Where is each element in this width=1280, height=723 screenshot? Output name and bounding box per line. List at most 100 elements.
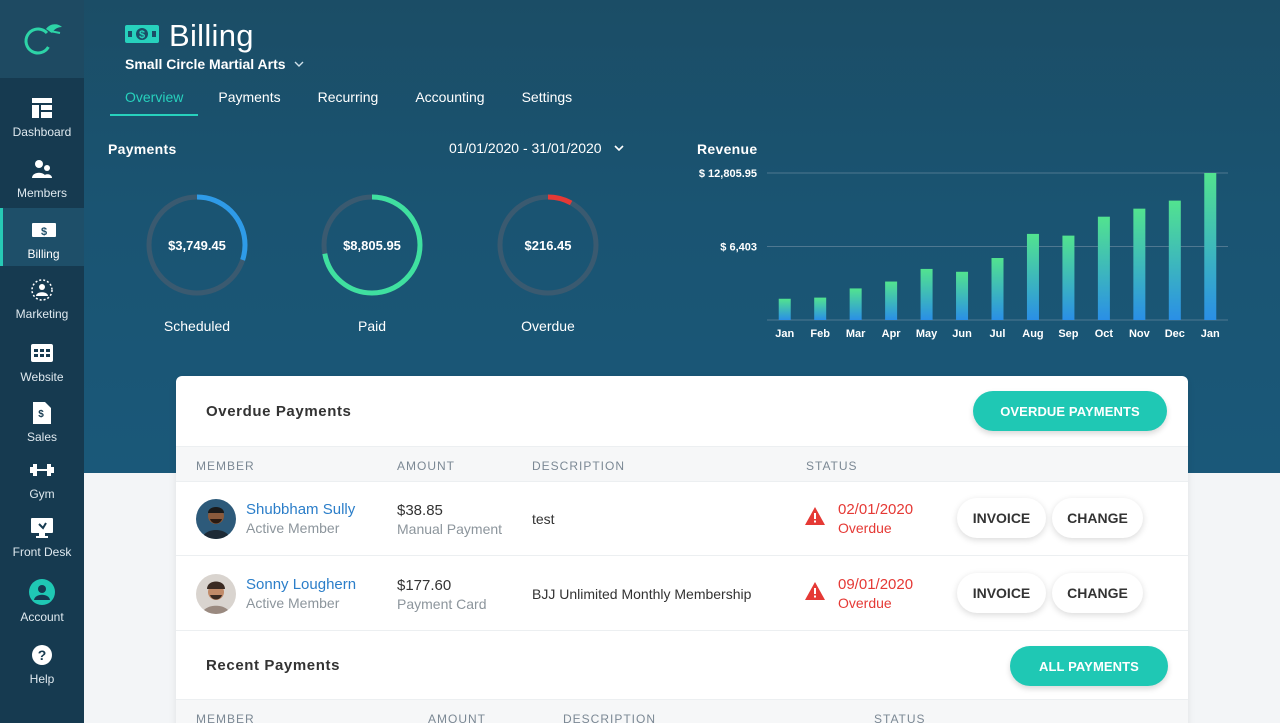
x-tick-label: Jan (1201, 328, 1220, 340)
table-row: Shubbham Sully Active Member $38.85 Manu… (176, 481, 1188, 556)
revenue-bar[interactable] (1204, 173, 1217, 320)
sidebar-item-account[interactable]: Account (0, 579, 84, 629)
dashboard-icon (30, 96, 54, 120)
sidebar-item-label: Dashboard (12, 125, 72, 139)
paid-label: Paid (357, 318, 387, 334)
logo[interactable] (0, 0, 84, 78)
x-tick-label: Dec (1165, 328, 1185, 340)
revenue-bar[interactable] (1026, 233, 1039, 320)
revenue-bar[interactable] (1168, 200, 1181, 320)
column-description[interactable]: DESCRIPTION (563, 712, 656, 723)
svg-text:?: ? (38, 647, 47, 663)
organization-name: Small Circle Martial Arts (125, 56, 286, 72)
invoice-button[interactable]: INVOICE (957, 498, 1046, 538)
sidebar-item-label: Account (20, 610, 64, 624)
overdue-donut: $216.45 (493, 190, 603, 300)
revenue-bar[interactable] (956, 271, 969, 320)
payment-method: Manual Payment (397, 521, 503, 537)
column-member[interactable]: MEMBER (196, 712, 255, 723)
warning-icon (805, 582, 825, 600)
column-amount[interactable]: AMOUNT (428, 712, 486, 723)
due-date: 09/01/2020 (838, 576, 914, 593)
status-text: Overdue (838, 595, 892, 611)
revenue-bar[interactable] (814, 297, 827, 320)
sidebar-item-label: Members (16, 186, 67, 200)
sidebar: Dashboard Members $ Billing Marketing We… (0, 0, 84, 723)
revenue-bar[interactable] (778, 298, 791, 320)
sidebar-item-gym[interactable]: Gym (0, 458, 84, 508)
invoice-button[interactable]: INVOICE (957, 573, 1046, 613)
chevron-down-icon (294, 59, 304, 70)
account-icon (29, 579, 55, 605)
tab-settings[interactable]: Settings (522, 86, 573, 116)
member-name-link[interactable]: Sonny Loughern (246, 576, 356, 593)
tab-accounting[interactable]: Accounting (415, 86, 484, 116)
overdue-label: Overdue (521, 318, 575, 334)
logo-icon (24, 24, 62, 55)
revenue-bar[interactable] (991, 258, 1004, 320)
date-range-selector[interactable]: 01/01/2020 - 31/01/2020 (449, 140, 624, 156)
column-status[interactable]: STATUS (806, 459, 858, 473)
sidebar-item-billing[interactable]: $ Billing (0, 208, 84, 266)
billing-icon: $ (125, 23, 159, 50)
revenue-bar[interactable] (849, 288, 862, 320)
svg-text:$: $ (139, 29, 145, 41)
sidebar-item-help[interactable]: ? Help (0, 643, 84, 693)
sidebar-item-front-desk[interactable]: Front Desk (0, 516, 84, 566)
revenue-bar[interactable] (1097, 216, 1110, 320)
x-tick-label: Nov (1129, 328, 1151, 340)
x-tick-label: Aug (1022, 328, 1043, 340)
description: BJJ Unlimited Monthly Membership (532, 586, 752, 602)
revenue-bar[interactable] (1062, 235, 1075, 320)
avatar[interactable] (196, 499, 236, 539)
x-tick-label: Jan (775, 328, 794, 340)
column-member[interactable]: MEMBER (196, 459, 255, 473)
warning-icon (805, 507, 825, 525)
date-range-value: 01/01/2020 - 31/01/2020 (449, 140, 602, 156)
column-status[interactable]: STATUS (874, 712, 926, 723)
overdue-payments-button[interactable]: OVERDUE PAYMENTS (973, 391, 1167, 431)
svg-text:$: $ (40, 226, 46, 238)
revenue-bar[interactable] (885, 281, 898, 320)
member-status: Active Member (246, 520, 340, 536)
tab-recurring[interactable]: Recurring (318, 86, 379, 116)
sidebar-item-marketing[interactable]: Marketing (0, 278, 84, 328)
description: test (532, 511, 555, 527)
sidebar-item-label: Front Desk (12, 545, 72, 559)
overdue-payments-title: Overdue Payments (206, 403, 352, 420)
status-text: Overdue (838, 520, 892, 536)
front-desk-icon (30, 516, 54, 540)
amount: $38.85 (397, 502, 443, 519)
change-button[interactable]: CHANGE (1052, 573, 1143, 613)
paid-amount: $8,805.95 (343, 237, 401, 253)
sidebar-item-website[interactable]: Website (0, 341, 84, 391)
billing-icon: $ (31, 218, 56, 242)
all-payments-button[interactable]: ALL PAYMENTS (1010, 646, 1168, 686)
tab-payments[interactable]: Payments (218, 86, 280, 116)
sales-icon: $ (30, 401, 54, 425)
avatar[interactable] (196, 574, 236, 614)
tab-overview[interactable]: Overview (110, 86, 199, 116)
payment-method: Payment Card (397, 596, 487, 612)
sidebar-item-dashboard[interactable]: Dashboard (0, 96, 84, 146)
member-name-link[interactable]: Shubbham Sully (246, 501, 355, 518)
chevron-down-icon (614, 142, 624, 154)
page-title: $ Billing (125, 18, 254, 54)
x-tick-label: Mar (846, 328, 866, 340)
organization-selector[interactable]: Small Circle Martial Arts (125, 56, 304, 72)
overdue-table-header: MEMBER AMOUNT DESCRIPTION STATUS (176, 446, 1188, 482)
revenue-chart: $ 12,805.95 $ 6,403 Jan Feb Mar Apr May Jun Jul A… (699, 168, 1228, 340)
scheduled-donut: $3,749.45 (142, 190, 252, 300)
revenue-bar[interactable] (1133, 208, 1146, 320)
x-tick-label: Feb (810, 328, 830, 340)
column-description[interactable]: DESCRIPTION (532, 459, 625, 473)
page-title-text: Billing (169, 18, 254, 53)
svg-text:$: $ (38, 409, 44, 420)
sidebar-item-members[interactable]: Members (0, 157, 84, 207)
paid-donut: $8,805.95 (317, 190, 427, 300)
column-amount[interactable]: AMOUNT (397, 459, 455, 473)
change-button[interactable]: CHANGE (1052, 498, 1143, 538)
marketing-icon (30, 278, 54, 302)
sidebar-item-sales[interactable]: $ Sales (0, 401, 84, 451)
revenue-bar[interactable] (920, 268, 933, 320)
